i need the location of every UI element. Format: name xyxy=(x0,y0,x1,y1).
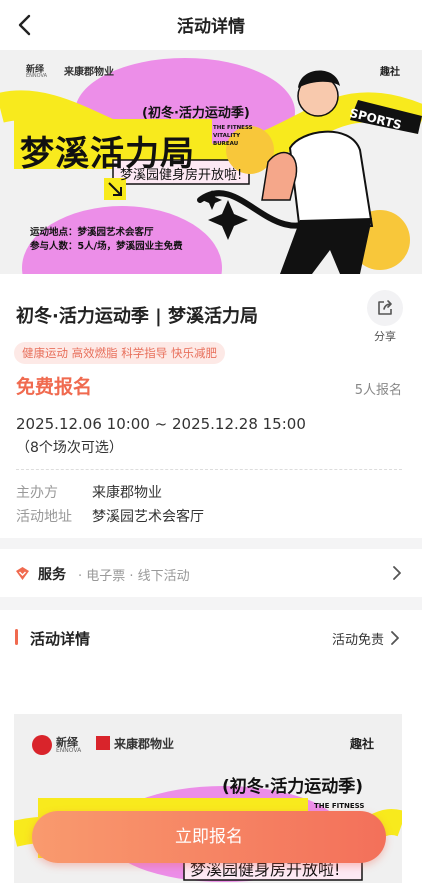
poster-brand-ennova-sub: ENNOVA xyxy=(56,747,82,754)
address-label: 活动地址 xyxy=(16,509,72,525)
banner-en-1: THE FITNESS xyxy=(213,125,253,131)
share-icon xyxy=(378,300,392,315)
top-bar: 活动详情 xyxy=(0,0,422,50)
event-time-range: 2025.12.06 10:00 ~ 2025.12.28 15:00 xyxy=(16,415,306,433)
address-row: 活动地址 梦溪园艺术会客厅 xyxy=(16,506,204,526)
banner-en-2: VITALITY xyxy=(213,133,241,139)
poster-en-1: THE FITNESS xyxy=(314,802,365,810)
divider xyxy=(16,469,402,470)
banner-subheadline: 梦溪园健身房开放啦! xyxy=(120,168,243,183)
poster-brand-qushe: 趣社 xyxy=(350,737,375,751)
brand-laikangjun: 来康郡物业 xyxy=(64,67,114,78)
section-accent-bar xyxy=(15,629,18,645)
organizer-row: 主办方 来康郡物业 xyxy=(16,482,162,502)
brand-ennova-sub: ENNOVA xyxy=(26,73,48,79)
brand-qushe: 趣社 xyxy=(380,67,400,78)
poster-season: (初冬·活力运动季) xyxy=(222,777,363,797)
chevron-right-icon xyxy=(393,566,401,580)
event-title: 初冬·活力运动季 | 梦溪活力局 xyxy=(16,306,258,327)
disclaimer-link[interactable]: 活动免责 xyxy=(332,629,384,648)
event-banner: 新绎 ENNOVA 来康郡物业 趣社 (初冬·活力运动季) 梦溪活力局 THE … xyxy=(0,50,422,274)
share-label: 分享 xyxy=(374,330,396,343)
address-value: 梦溪园艺术会客厅 xyxy=(92,509,204,525)
service-desc: · 电子票 · 线下活动 xyxy=(78,569,190,584)
banner-location: 运动地点：梦溪园艺术会客厅 xyxy=(30,227,154,238)
event-price: 免费报名 xyxy=(16,376,93,398)
poster-brand-laikangjun: 来康郡物业 xyxy=(114,737,175,751)
event-sessions: （8个场次可选） xyxy=(16,440,123,456)
chevron-right-icon xyxy=(391,631,399,645)
signup-button[interactable]: 立即报名 xyxy=(32,811,386,863)
event-info-card: 初冬·活力运动季 | 梦溪活力局 分享 健康运动 高效燃脂 科学指导 快乐减肥 … xyxy=(0,274,422,538)
organizer-label: 主办方 xyxy=(16,485,58,501)
service-row[interactable]: 服务 · 电子票 · 线下活动 xyxy=(0,549,422,597)
details-heading: 活动详情 xyxy=(30,630,91,648)
signup-count: 5人报名 xyxy=(354,383,402,398)
banner-people: 参与人数：5人/场，梦溪园业主免费 xyxy=(30,241,183,252)
banner-en-3: BUREAU xyxy=(213,141,239,147)
tag-icon xyxy=(16,567,29,580)
page-title: 活动详情 xyxy=(177,17,245,37)
service-label: 服务 xyxy=(38,567,66,583)
share-button[interactable]: 分享 xyxy=(365,290,405,344)
organizer-value: 来康郡物业 xyxy=(92,485,162,501)
banner-season: (初冬·活力运动季) xyxy=(142,106,250,121)
event-tags: 健康运动 高效燃脂 科学指导 快乐减肥 xyxy=(14,342,225,364)
